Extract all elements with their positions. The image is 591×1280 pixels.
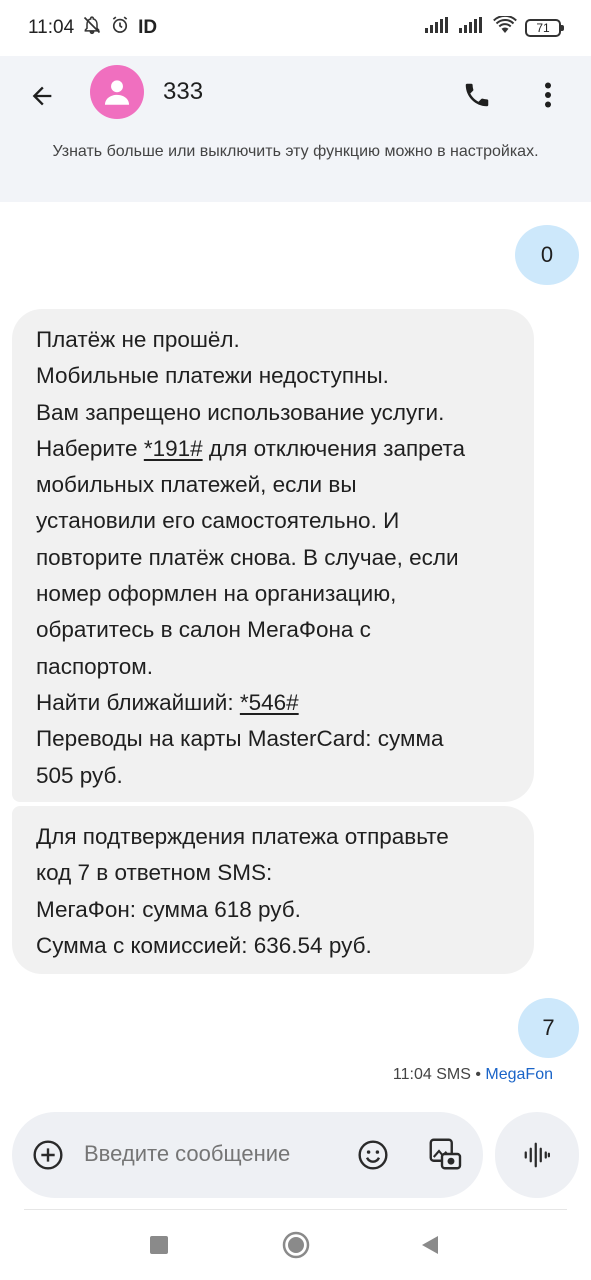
outgoing-message[interactable]: 7 xyxy=(518,998,579,1058)
recents-square-icon xyxy=(150,1236,168,1254)
message-line: Наберите *191# для отключения запрета xyxy=(36,431,510,467)
message-line: код 7 в ответном SMS: xyxy=(36,860,273,886)
message-line: номер оформлен на организацию, xyxy=(36,581,397,607)
incoming-message[interactable]: Для подтверждения платежа отправьте код … xyxy=(12,806,534,974)
incoming-message[interactable]: Платёж не прошёл. Мобильные платежи недо… xyxy=(12,309,534,802)
voice-message-button[interactable] xyxy=(495,1112,579,1198)
back-arrow-icon xyxy=(32,86,52,106)
message-text: Найти ближайший: xyxy=(36,689,240,715)
message-text: 7 xyxy=(542,1015,555,1040)
message-input[interactable] xyxy=(84,1141,334,1167)
outgoing-message[interactable]: 0 xyxy=(515,225,579,285)
status-left: 11:04 ID xyxy=(28,15,157,41)
voice-icon xyxy=(524,1142,550,1168)
message-line: Для подтверждения платежа отправьте xyxy=(36,824,449,849)
add-circle-icon xyxy=(33,1140,63,1170)
message-line: Найти ближайший: *546# xyxy=(36,685,510,721)
ussd-link[interactable]: *546# xyxy=(240,690,299,715)
message-text: 0 xyxy=(540,242,554,267)
call-button[interactable] xyxy=(456,74,498,116)
message-line: Мобильные платежи недоступны. xyxy=(36,363,389,389)
attach-button[interactable] xyxy=(30,1137,66,1173)
back-button[interactable] xyxy=(22,76,62,116)
message-composer xyxy=(12,1112,483,1198)
phone-icon xyxy=(465,83,489,107)
message-text: Наберите xyxy=(36,435,144,461)
message-line: установили его самостоятельно. И xyxy=(36,508,400,534)
recents-button[interactable] xyxy=(144,1230,174,1260)
signal-icon xyxy=(425,17,451,39)
message-meta: 11:04 SMS • MegaFon xyxy=(393,1066,553,1084)
emoji-icon xyxy=(358,1140,388,1170)
message-line: мобильных платежей, если вы xyxy=(36,472,357,498)
message-line: Сумма с комиссией: 636.54 руб. xyxy=(36,932,372,958)
carrier-label: MegaFon xyxy=(485,1066,553,1083)
message-line: Вам запрещено использование услуги. xyxy=(36,399,445,425)
message-line: паспортом. xyxy=(36,653,153,679)
message-line: МегаФон: сумма 618 руб. xyxy=(36,896,301,922)
status-time: 11:04 xyxy=(28,17,75,38)
message-line: Переводы на карты MasterCard: сумма xyxy=(36,726,444,752)
home-button[interactable] xyxy=(281,1230,311,1260)
wifi-icon xyxy=(493,14,517,40)
status-right: 71 xyxy=(425,14,564,40)
system-nav-bar xyxy=(0,1222,591,1268)
alarm-icon xyxy=(110,15,130,41)
message-line: Платёж не прошёл. xyxy=(36,327,240,352)
back-nav-button[interactable] xyxy=(415,1230,445,1260)
mute-icon xyxy=(82,15,102,41)
back-triangle-icon xyxy=(422,1236,438,1254)
avatar[interactable] xyxy=(90,65,144,119)
person-icon xyxy=(104,80,130,105)
signal-icon xyxy=(459,17,485,39)
id-icon: ID xyxy=(138,17,158,38)
more-options-button[interactable] xyxy=(528,74,568,116)
meta-separator: • xyxy=(475,1066,481,1083)
status-bar: 11:04 ID 71 xyxy=(0,0,591,56)
gallery-icon xyxy=(429,1138,462,1170)
message-time: 11:04 xyxy=(392,1066,432,1083)
gallery-button[interactable] xyxy=(425,1134,465,1174)
message-line: 505 руб. xyxy=(36,762,123,788)
nav-divider xyxy=(24,1209,567,1210)
battery-level: 71 xyxy=(536,21,550,35)
app-bar: 333 xyxy=(0,56,591,140)
message-text: для отключения запрета xyxy=(202,435,466,461)
ussd-link[interactable]: *191# xyxy=(144,436,203,461)
message-type: SMS xyxy=(436,1066,471,1083)
battery-icon: 71 xyxy=(525,19,564,37)
emoji-button[interactable] xyxy=(355,1137,391,1173)
message-line: повторите платёж снова. В случае, если xyxy=(36,544,459,570)
home-circle-icon xyxy=(282,1231,310,1259)
more-vert-icon xyxy=(545,82,551,108)
info-banner[interactable]: Узнать больше или выключить эту функцию … xyxy=(0,140,591,202)
contact-name[interactable]: 333 xyxy=(163,78,203,106)
message-line: обратитесь в салон МегаФона с xyxy=(36,617,371,643)
